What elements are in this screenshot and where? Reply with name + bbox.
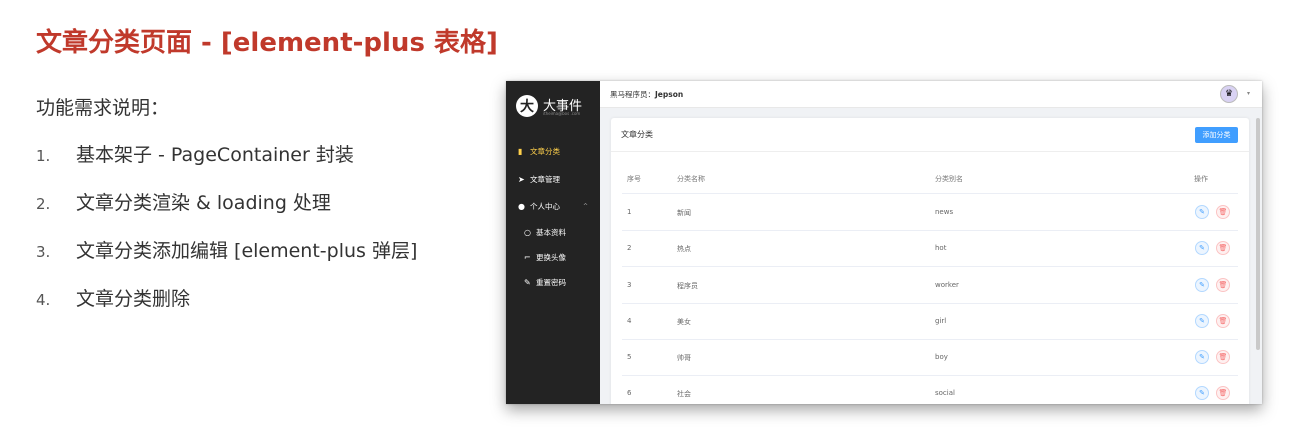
add-category-button[interactable]: 添加分类 <box>1195 127 1238 143</box>
cell-name: 程序员 <box>677 282 698 290</box>
cell-index: 1 <box>627 208 632 216</box>
column-header-alias: 分类别名 <box>935 175 963 183</box>
column-header-index: 序号 <box>627 175 641 183</box>
requirement-number: 4. <box>36 291 51 309</box>
sidebar-item-basic-info[interactable]: ○ 基本资料 <box>506 219 600 245</box>
logo-mark-icon: 大 <box>516 95 538 117</box>
crop-icon: ⌐ <box>524 252 531 262</box>
edit-icon[interactable]: ✎ <box>1195 241 1209 255</box>
requirements-list: 1. 基本架子 - PageContainer 封装 2. 文章分类渲染 & loa… <box>36 140 417 332</box>
row-divider <box>622 303 1238 304</box>
paper-plane-icon: ➤ <box>518 174 525 184</box>
row-divider <box>622 339 1238 340</box>
requirement-text: 基本架子 - PageContainer 封装 <box>76 144 354 166</box>
sidebar-item-category[interactable]: ▮ 文章分类 <box>506 138 600 164</box>
chevron-down-icon[interactable]: ▾ <box>1247 90 1250 97</box>
card-divider <box>611 151 1249 152</box>
sidebar-item-label: 基本资料 <box>536 227 566 237</box>
top-header: 黑马程序员：Jepson ♛ ▾ <box>600 81 1262 108</box>
book-icon: ▮ <box>518 146 523 156</box>
cell-name: 热点 <box>677 245 691 253</box>
row-divider <box>622 230 1238 231</box>
sidebar-item-label: 文章管理 <box>530 174 560 184</box>
slide: 文章分类页面 - [element-plus 表格] 功能需求说明： 1. 基本架… <box>0 0 1290 437</box>
column-header-actions: 操作 <box>1194 175 1208 183</box>
requirement-text: 文章分类添加编辑 [element-plus 弹层] <box>76 240 418 262</box>
cell-alias: news <box>935 208 954 216</box>
requirement-number: 3. <box>36 243 51 261</box>
row-divider <box>622 266 1238 267</box>
column-header-name: 分类名称 <box>677 175 705 183</box>
sidebar-item-label: 个人中心 <box>530 201 560 211</box>
user-prefix: 黑马程序员： <box>610 90 655 99</box>
cell-name: 新闻 <box>677 209 691 217</box>
sidebar-item-profile[interactable]: ● 个人中心 ^ <box>506 193 600 219</box>
cell-index: 5 <box>627 353 632 361</box>
avatar[interactable]: ♛ <box>1220 85 1238 103</box>
edit-icon[interactable]: ✎ <box>1195 350 1209 364</box>
cell-index: 3 <box>627 281 632 289</box>
avatar-icon: ♛ <box>1224 89 1234 99</box>
category-card: 文章分类 添加分类 序号 分类名称 分类别名 操作 1 新闻 news ✎ 🗑 … <box>611 118 1249 404</box>
user-label: 黑马程序员：Jepson <box>610 89 683 100</box>
user-name: Jepson <box>655 90 684 99</box>
delete-icon[interactable]: 🗑 <box>1216 241 1230 255</box>
sidebar-item-label: 更换头像 <box>536 252 566 262</box>
sidebar-item-articles[interactable]: ➤ 文章管理 <box>506 166 600 192</box>
requirement-item: 4. 文章分类删除 <box>36 284 417 332</box>
edit-icon[interactable]: ✎ <box>1195 386 1209 400</box>
cell-name: 社会 <box>677 390 691 398</box>
requirement-number: 1. <box>36 147 51 165</box>
cell-index: 4 <box>627 317 632 325</box>
edit-icon[interactable]: ✎ <box>1195 314 1209 328</box>
row-divider <box>622 375 1238 376</box>
delete-icon[interactable]: 🗑 <box>1216 278 1230 292</box>
cell-alias: social <box>935 389 955 397</box>
requirement-text: 文章分类删除 <box>76 288 191 310</box>
card-title: 文章分类 <box>621 130 653 139</box>
requirement-number: 2. <box>36 195 51 213</box>
requirement-item: 2. 文章分类渲染 & loading 处理 <box>36 188 417 236</box>
sidebar-item-label: 重置密码 <box>536 277 566 287</box>
edit-icon[interactable]: ✎ <box>1195 205 1209 219</box>
requirement-text: 文章分类渲染 & loading 处理 <box>76 192 331 214</box>
delete-icon[interactable]: 🗑 <box>1216 386 1230 400</box>
cell-index: 2 <box>627 244 632 252</box>
sidebar-item-label: 文章分类 <box>530 146 560 156</box>
edit-pen-icon: ✎ <box>524 277 531 287</box>
requirement-item: 3. 文章分类添加编辑 [element-plus 弹层] <box>36 236 417 284</box>
cell-alias: boy <box>935 353 948 361</box>
sidebar-item-avatar[interactable]: ⌐ 更换头像 <box>506 244 600 270</box>
chevron-up-icon: ^ <box>582 202 588 210</box>
app-screenshot: 大 大事件 itheima@bos .com ▮ 文章分类 ➤ 文章管理 ● 个… <box>506 81 1262 404</box>
header-divider <box>622 193 1238 194</box>
cell-alias: girl <box>935 317 947 325</box>
cell-index: 6 <box>627 389 632 397</box>
logo-subtitle: itheima@bos .com <box>543 111 581 116</box>
delete-icon[interactable]: 🗑 <box>1216 205 1230 219</box>
cell-alias: worker <box>935 281 959 289</box>
delete-icon[interactable]: 🗑 <box>1216 314 1230 328</box>
cell-name: 帅哥 <box>677 354 691 362</box>
requirement-item: 1. 基本架子 - PageContainer 封装 <box>36 140 417 188</box>
cell-name: 美女 <box>677 318 691 326</box>
slide-title: 文章分类页面 - [element-plus 表格] <box>36 28 498 58</box>
scrollbar[interactable] <box>1256 118 1260 350</box>
cell-alias: hot <box>935 244 947 252</box>
sidebar-item-password[interactable]: ✎ 重置密码 <box>506 269 600 295</box>
user-outline-icon: ○ <box>524 227 531 237</box>
edit-icon[interactable]: ✎ <box>1195 278 1209 292</box>
sidebar: 大 大事件 itheima@bos .com ▮ 文章分类 ➤ 文章管理 ● 个… <box>506 81 600 404</box>
user-icon: ● <box>518 201 525 211</box>
delete-icon[interactable]: 🗑 <box>1216 350 1230 364</box>
requirements-heading: 功能需求说明： <box>36 97 170 119</box>
